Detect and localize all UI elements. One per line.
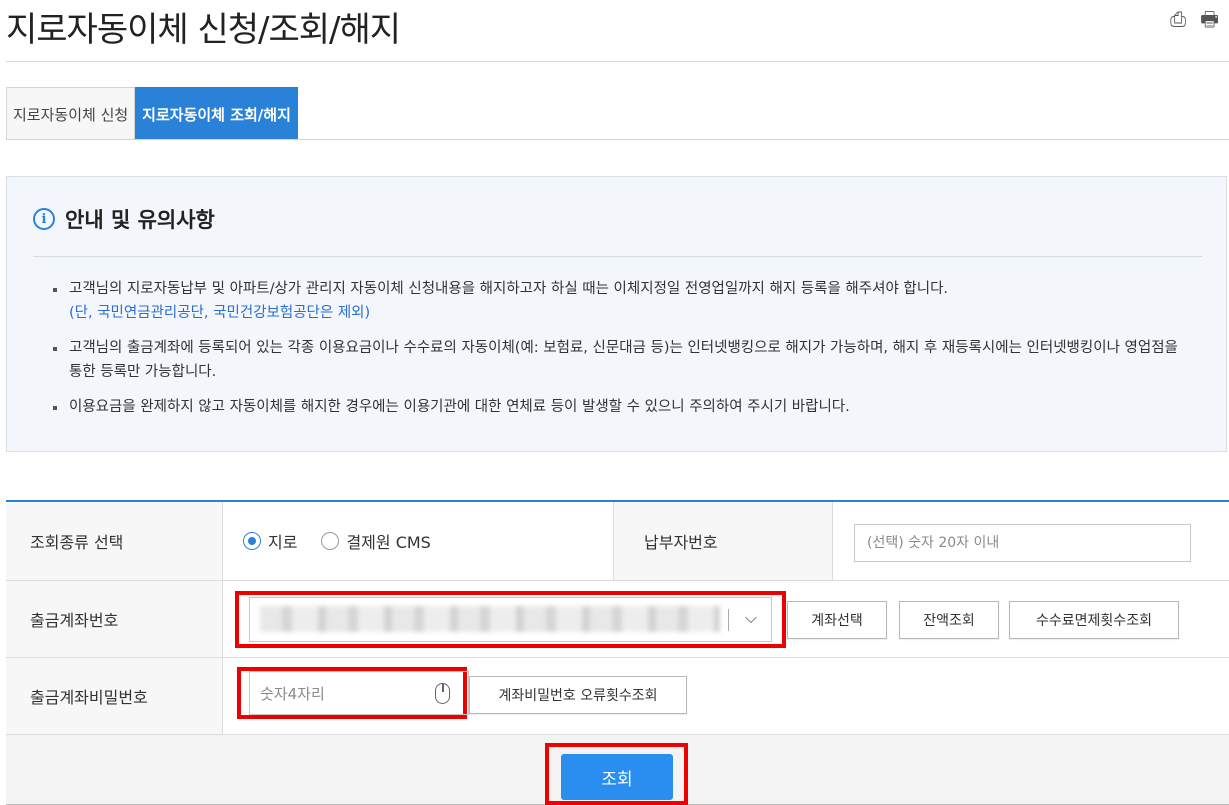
fee-exemption-button[interactable]: 수수료면제횟수조회	[1009, 601, 1179, 639]
notice-divider	[33, 256, 1202, 257]
top-icons: ⎙ 🖶	[1170, 8, 1219, 30]
tab-bar: 지로자동이체 신청 지로자동이체 조회/해지	[6, 87, 298, 140]
query-type-label: 조회종류 선택	[6, 502, 223, 580]
payer-number-label: 납부자번호	[613, 502, 833, 580]
account-select[interactable]: ⌵	[249, 597, 772, 642]
password-input[interactable]: 숫자4자리	[249, 671, 469, 715]
masked-account-number	[260, 606, 720, 632]
row-password: 출금계좌비밀번호 숫자4자리 계좌비밀번호 오류횟수조회	[6, 658, 1229, 735]
action-row: 조회	[6, 735, 1229, 805]
radio-giro[interactable]: 지로	[243, 529, 297, 553]
radio-cms[interactable]: 결제원 CMS	[321, 529, 431, 553]
notice-item: 이용요금을 완제하지 않고 자동이체를 해지한 경우에는 이용기관에 대한 연체…	[53, 395, 1186, 419]
radio-checked-icon[interactable]	[243, 532, 261, 550]
password-error-count-button[interactable]: 계좌비밀번호 오류횟수조회	[469, 676, 687, 714]
notice-title: 안내 및 유의사항	[65, 208, 215, 232]
chevron-down-icon[interactable]: ⌵	[745, 608, 757, 628]
print-icon[interactable]: 🖶	[1200, 8, 1219, 30]
tab-apply[interactable]: 지로자동이체 신청	[6, 87, 136, 140]
account-select-button[interactable]: 계좌선택	[787, 601, 887, 639]
title-divider	[6, 61, 1229, 62]
submit-button[interactable]: 조회	[561, 754, 673, 800]
notice-item: 고객님의 지로자동납부 및 아파트/상가 관리지 자동이체 신청내용을 해지하고…	[53, 277, 1186, 325]
notice-list: 고객님의 지로자동납부 및 아파트/상가 관리지 자동이체 신청내용을 해지하고…	[53, 277, 1186, 430]
balance-button[interactable]: 잔액조회	[899, 601, 999, 639]
password-label: 출금계좌비밀번호	[6, 658, 223, 734]
row-account: 출금계좌번호 ⌵ 계좌선택 잔액조회 수수료면제횟수조회	[6, 581, 1229, 658]
payer-number-input[interactable]	[854, 524, 1191, 562]
tab-query-cancel[interactable]: 지로자동이체 조회/해지	[135, 87, 298, 140]
page-title: 지로자동이체 신청/조회/해지	[6, 10, 401, 50]
notice-exception: (단, 국민연금관리공단, 국민건강보험공단은 제외)	[69, 305, 371, 321]
tab-divider	[6, 139, 1229, 140]
account-label: 출금계좌번호	[6, 581, 223, 657]
notice-box: i 안내 및 유의사항 고객님의 지로자동납부 및 아파트/상가 관리지 자동이…	[6, 176, 1227, 452]
mouse-icon[interactable]	[435, 683, 450, 704]
row-query-type: 조회종류 선택 지로 결제원 CMS 납부자번호	[6, 502, 1229, 581]
info-icon: i	[33, 208, 55, 230]
radio-unchecked-icon[interactable]	[321, 532, 340, 550]
query-form: 조회종류 선택 지로 결제원 CMS 납부자번호 출금계좌번호 ⌵ 계좌선택 잔	[6, 500, 1229, 805]
notice-item: 고객님의 출금계좌에 등록되어 있는 각종 이용요금이나 수수료의 자동이체(예…	[53, 336, 1186, 384]
notice-header: i 안내 및 유의사항	[33, 204, 215, 234]
save-icon[interactable]: ⎙	[1170, 8, 1186, 30]
